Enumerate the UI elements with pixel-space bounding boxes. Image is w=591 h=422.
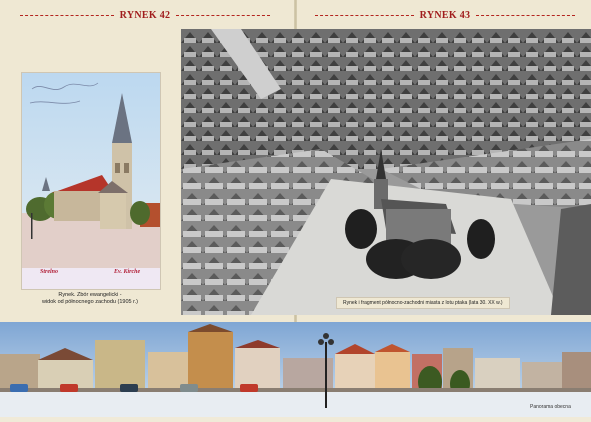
aerial-photo xyxy=(181,29,591,315)
header-rule-left-b xyxy=(176,14,271,16)
header-rule-left-a xyxy=(20,14,114,16)
panorama-illustration xyxy=(0,322,591,417)
postcard-caption-left: Strelno xyxy=(40,269,59,275)
postcard-church-illustration xyxy=(26,82,160,239)
historic-postcard-image: Strelno Ev. Kirche xyxy=(21,72,161,290)
panorama-caption: Panorama obecna xyxy=(530,404,571,410)
right-page-header: RYNEK 43 xyxy=(315,8,576,22)
book-spread: RYNEK 42 RYNEK 43 Strelno Ev. Kirche Ryn… xyxy=(0,0,591,417)
right-page-label: RYNEK 43 xyxy=(419,9,471,21)
postcard-caption: Rynek. Zbór ewangelicki - widok od półno… xyxy=(21,292,159,306)
panorama-photo xyxy=(0,322,591,417)
left-page-header: RYNEK 42 xyxy=(20,8,271,22)
postcard-caption-line1: Rynek. Zbór ewangelicki - xyxy=(58,292,122,298)
postcard-caption-line2: widok od północnego zachodu (1905 r.) xyxy=(41,299,138,305)
aerial-photo-illustration xyxy=(181,29,591,315)
aerial-photo-caption: Rynek i fragment północno-zachodni miast… xyxy=(336,297,510,309)
header-rule-right-a xyxy=(315,14,414,16)
postcard-caption-right: Ev. Kirche xyxy=(114,269,141,275)
header-rule-right-b xyxy=(476,14,576,16)
left-page-label: RYNEK 42 xyxy=(119,9,171,21)
